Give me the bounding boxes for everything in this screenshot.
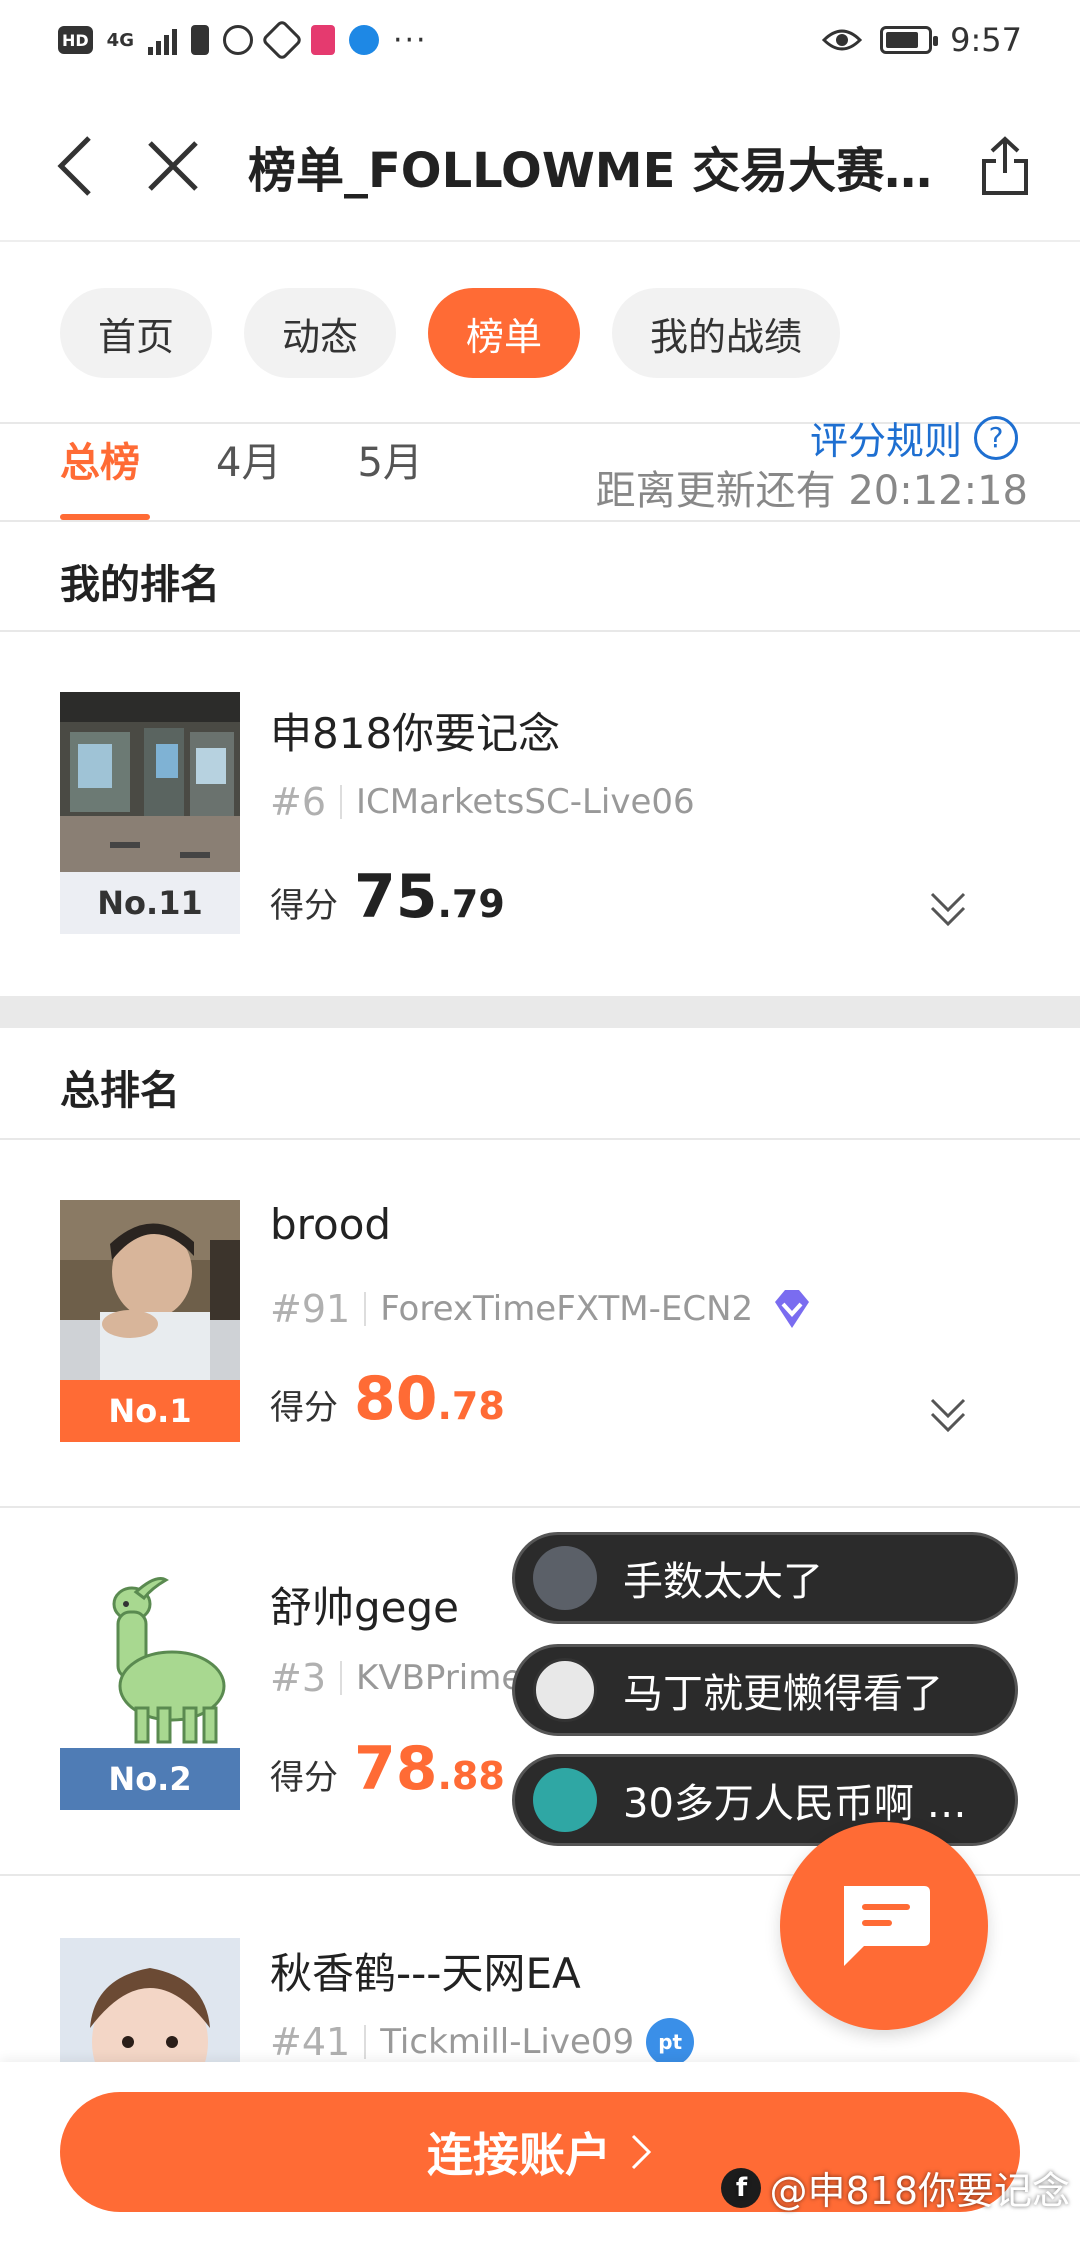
- tab-may[interactable]: 5月: [357, 430, 422, 488]
- network-type: 4G: [106, 29, 134, 51]
- back-icon[interactable]: [40, 131, 110, 201]
- avatar: [60, 1200, 240, 1380]
- danmaku-comment[interactable]: 30多万人民币啊 …: [512, 1754, 1018, 1846]
- score-label: 得分: [270, 886, 338, 926]
- account-meta: #91 ForexTimeFXTM-ECN2: [270, 1284, 817, 1334]
- account-meta: #3 KVBPrime: [270, 1656, 522, 1700]
- avatar: [533, 1658, 597, 1722]
- score-dec: .88: [437, 1754, 505, 1798]
- avatar: [60, 1568, 240, 1748]
- app-icon: [310, 25, 335, 55]
- button-label: 连接账户: [427, 2128, 611, 2182]
- period-tabs: 总榜 4月 5月: [60, 430, 423, 488]
- position: #6: [270, 780, 327, 824]
- position: #91: [270, 1287, 351, 1331]
- status-bar: HD 4G ··· 9:57: [0, 0, 1080, 80]
- comment-text: 30多万人民币啊 …: [623, 1781, 967, 1827]
- tab-overall[interactable]: 总榜: [60, 430, 140, 488]
- tab-april[interactable]: 4月: [216, 430, 281, 488]
- server: ICMarketsSC-Live06: [356, 782, 695, 822]
- score: 得分 78 .88: [270, 1734, 505, 1804]
- expand-icon[interactable]: [920, 1386, 976, 1442]
- danmaku-comment[interactable]: 手数太大了: [512, 1532, 1018, 1624]
- pill-my-record[interactable]: 我的战绩: [612, 288, 841, 378]
- rank-tag: No.11: [60, 872, 240, 934]
- rules-label: 评分规则: [809, 419, 962, 463]
- title-bar: 榜单_FOLLOWME 交易大赛…: [0, 92, 1080, 242]
- section-gap: [0, 996, 1080, 1028]
- more-icon: ···: [392, 22, 428, 58]
- battery-icon: [880, 26, 939, 54]
- divider: [0, 630, 1080, 632]
- chevron-right-icon: [631, 2134, 652, 2170]
- divider: [0, 1138, 1080, 1140]
- score: 得分 80 .78: [270, 1364, 505, 1434]
- avatar: [533, 1768, 597, 1832]
- avatar: [533, 1546, 597, 1610]
- my-ranking-title: 我的排名: [60, 562, 220, 608]
- separator: [340, 785, 343, 819]
- comment-fab[interactable]: [780, 1822, 988, 2030]
- score-int: 75: [354, 862, 438, 932]
- score-int: 80: [354, 1364, 438, 1434]
- expand-icon[interactable]: [920, 880, 976, 936]
- avatar: [60, 1938, 240, 2062]
- pill-home[interactable]: 首页: [60, 288, 213, 378]
- update-countdown: 距离更新还有 20:12:18: [595, 468, 1028, 514]
- position: #3: [270, 1656, 327, 1700]
- divider: [0, 520, 1080, 522]
- clock: 9:57: [950, 21, 1022, 59]
- server: Tickmill-Live09: [380, 2022, 635, 2062]
- score-int: 78: [354, 1734, 438, 1804]
- comment-text: 手数太大了: [623, 1559, 823, 1605]
- followme-logo-icon: f: [721, 2167, 762, 2208]
- signal-icon: [147, 25, 177, 55]
- comment-icon: [844, 1886, 930, 1966]
- eye-icon: [822, 29, 863, 51]
- watermark: f @申818你要记念: [721, 2160, 1070, 2215]
- account-meta: #41 Tickmill-Live09 pt: [270, 2018, 695, 2062]
- notification-icon: [190, 25, 209, 55]
- rank-tag: No.2: [60, 1748, 240, 1810]
- separator: [340, 1661, 343, 1695]
- overall-ranking-title: 总排名: [60, 1068, 180, 1114]
- page-title: 榜单_FOLLOWME 交易大赛…: [248, 143, 933, 199]
- watermark-text: @申818你要记念: [769, 2169, 1070, 2213]
- score: 得分 75 .79: [270, 862, 505, 932]
- account-meta: #6 ICMarketsSC-Live06: [270, 780, 695, 824]
- help-icon: ?: [974, 415, 1018, 460]
- trader-name: 舒帅gege: [270, 1583, 460, 1632]
- comment-text: 马丁就更懒得看了: [623, 1671, 943, 1717]
- server: KVBPrime: [356, 1658, 523, 1698]
- separator: [364, 2025, 367, 2059]
- pill-feed[interactable]: 动态: [244, 288, 397, 378]
- score-label: 得分: [270, 1758, 338, 1798]
- trader-name: 秋香鹤---天网EA: [270, 1949, 581, 1998]
- position: #41: [270, 2020, 351, 2062]
- score-label: 得分: [270, 1388, 338, 1428]
- avatar: [60, 692, 240, 872]
- browser-icon: [348, 25, 379, 55]
- hd-indicator: HD: [58, 26, 93, 54]
- rank-tag: No.1: [60, 1380, 240, 1442]
- danmaku-comment[interactable]: 马丁就更懒得看了: [512, 1644, 1018, 1736]
- close-icon[interactable]: [138, 131, 208, 201]
- divider: [0, 1506, 1080, 1508]
- share-icon[interactable]: [970, 131, 1040, 201]
- pt-badge-icon: pt: [646, 2018, 695, 2062]
- top-nav-pills: 首页 动态 榜单 我的战绩: [60, 288, 841, 378]
- score-dec: .79: [437, 882, 505, 926]
- scoring-rules-link[interactable]: 评分规则 ?: [810, 410, 1018, 465]
- trader-name: brood: [270, 1200, 392, 1249]
- diamond-badge-icon: [775, 1290, 810, 1328]
- server: ForexTimeFXTM-ECN2: [380, 1289, 754, 1329]
- separator: [364, 1292, 367, 1326]
- score-dec: .78: [437, 1384, 505, 1428]
- rank-card-1[interactable]: No.1 brood #91 ForexTimeFXTM-ECN2 得分 80 …: [0, 1200, 1080, 1444]
- settings-icon: [260, 18, 304, 62]
- trader-name: 申818你要记念: [270, 709, 561, 758]
- app-icon: [222, 25, 253, 55]
- pill-leaderboard[interactable]: 榜单: [428, 288, 581, 378]
- my-rank-card[interactable]: No.11 申818你要记念 #6 ICMarketsSC-Live06 得分 …: [0, 692, 1080, 934]
